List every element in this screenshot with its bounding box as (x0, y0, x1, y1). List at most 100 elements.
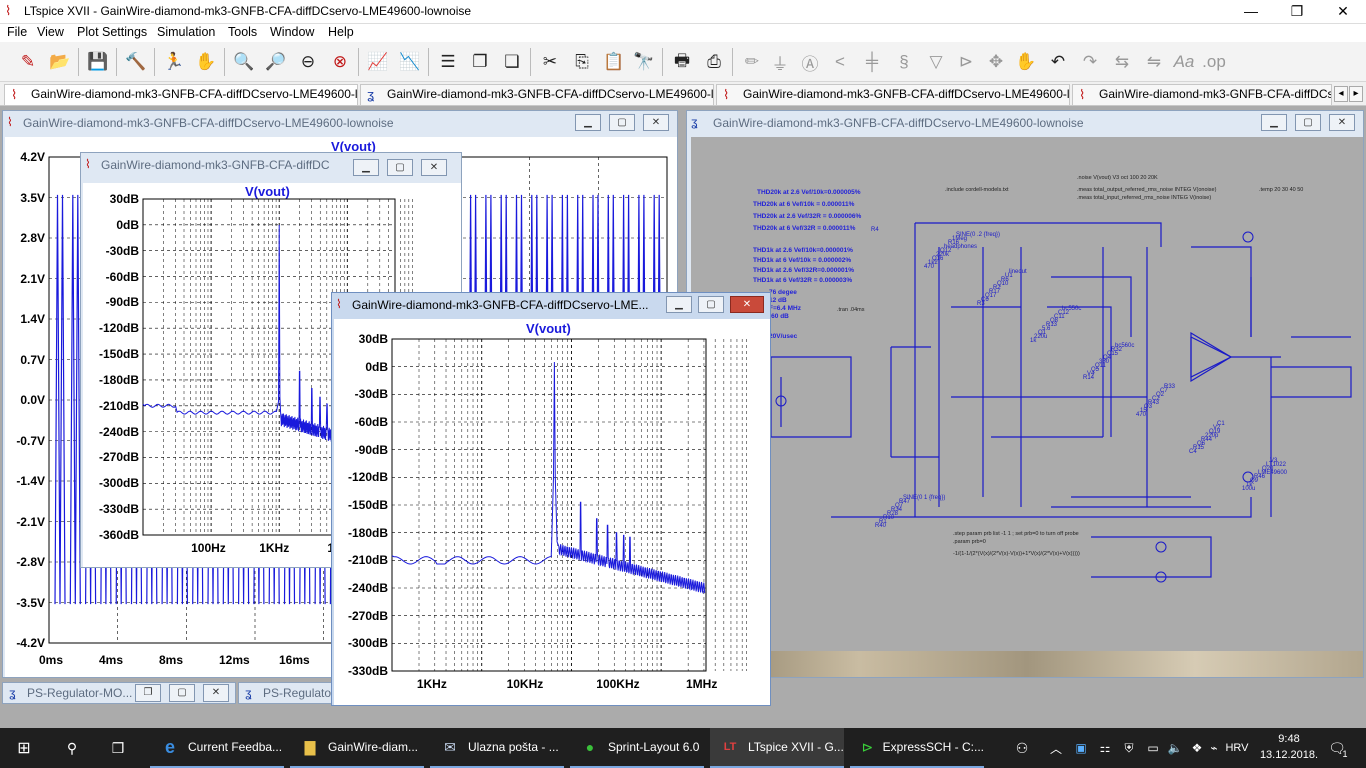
drag-icon[interactable]: ✋ (1012, 48, 1040, 76)
print-setup-icon[interactable]: ⎙ (700, 48, 728, 76)
tab-schematic[interactable]: ʓ GainWire-diamond-mk3-GNFB-CFA-diffDCse… (360, 84, 714, 105)
autorange-icon[interactable]: 📈 (364, 48, 392, 76)
menu-file[interactable]: File (7, 25, 27, 39)
windows-start-icon[interactable]: ⊞ (0, 728, 48, 768)
spice-directive-icon[interactable]: .op (1200, 48, 1228, 76)
fft-plot-window-2[interactable]: ⌇ GainWire-diamond-mk3-GNFB-CFA-diffDCse… (331, 292, 771, 706)
menu-simulation[interactable]: Simulation (157, 25, 215, 39)
taskbar-app-expresssch[interactable]: ⊳ ExpressSCH - C:... (850, 728, 984, 768)
tab-waveform-1[interactable]: ⌇ GainWire-diamond-mk3-GNFB-CFA-diffDCse… (4, 84, 358, 105)
taskbar-app-label: Sprint-Layout 6.0 (608, 740, 700, 754)
component-icon[interactable]: ⊳ (952, 48, 980, 76)
people-icon[interactable]: ⚇ (1008, 728, 1036, 768)
move-icon[interactable]: ✥ (982, 48, 1010, 76)
spec-note: -60 dB (769, 313, 789, 320)
maximize-button[interactable]: ❐ (1274, 0, 1320, 24)
minimize-button[interactable]: ▁ (1261, 114, 1287, 131)
undo-icon[interactable]: ↶ (1044, 48, 1072, 76)
pick-visible-traces-icon[interactable]: 📉 (396, 48, 424, 76)
tab-scroll-right-button[interactable]: ▸ (1349, 86, 1363, 102)
security-icon[interactable]: ⛨ (1118, 728, 1140, 768)
zoom-in-icon[interactable]: 🔍 (230, 48, 258, 76)
menu-plot-settings[interactable]: Plot Settings (77, 25, 147, 39)
pan-icon[interactable]: 🔎 (262, 48, 290, 76)
save-icon[interactable]: 💾 (84, 48, 112, 76)
diode-icon[interactable]: ▽ (922, 48, 950, 76)
taskbar-app-ltspice[interactable]: LT LTspice XVII - G... (710, 728, 844, 768)
language-indicator[interactable]: HRV (1220, 728, 1254, 768)
mirror-icon[interactable]: ⇋ (1140, 48, 1168, 76)
inductor-icon[interactable]: § (890, 48, 918, 76)
zoom-out-icon[interactable]: ⊖ (294, 48, 322, 76)
capacitor-icon[interactable]: ╪ (858, 48, 886, 76)
restore-button[interactable]: ❐ (135, 684, 161, 702)
taskbar-app-explorer[interactable]: ▇ GainWire-diam... (290, 728, 424, 768)
menu-tools[interactable]: Tools (228, 25, 257, 39)
tile-vertical-icon[interactable]: ❏ (498, 48, 526, 76)
toolbar-separator (224, 48, 225, 76)
spec-note: 20V/usec (769, 333, 798, 340)
tab-waveform-3[interactable]: ⌇ GainWire-diamond-mk3-GNFB-CFA-diffDCse… (1072, 84, 1332, 105)
volume-icon[interactable]: 🔈 (1164, 728, 1186, 768)
cascade-icon[interactable]: ❐ (466, 48, 494, 76)
menu-view[interactable]: View (37, 25, 64, 39)
print-icon[interactable]: 🖶 (668, 48, 696, 76)
schematic-window[interactable]: ʓ GainWire-diamond-mk3-GNFB-CFA-diffDCse… (686, 110, 1364, 678)
network-app-icon[interactable]: ▣ (1070, 728, 1092, 768)
control-panel-icon[interactable]: 🔨 (122, 48, 150, 76)
clock-time[interactable]: 9:48 (1256, 733, 1322, 745)
copy-icon[interactable]: ⎘ (568, 48, 596, 76)
clock-date[interactable]: 13.12.2018. (1256, 749, 1322, 761)
search-icon[interactable]: ⚲ (50, 728, 94, 768)
chevron-up-icon[interactable]: ︿ (1044, 728, 1068, 768)
taskbar-app-edge[interactable]: e Current Feedba... (150, 728, 284, 768)
title-bar: ⌇ LTspice XVII - GainWire-diamond-mk3-GN… (0, 0, 1366, 24)
fft-plot-svg[interactable] (332, 293, 771, 706)
dropbox-icon[interactable]: ❖ (1186, 728, 1208, 768)
toolbar: ✎ 📂 💾 🔨 🏃 ✋ 🔍 🔎 ⊖ ⊗ 📈 📉 ☰ ❐ ❏ ✂ ⎘ 📋 🔭 🖶 … (0, 42, 1366, 82)
ethernet-icon[interactable]: ▭ (1142, 728, 1164, 768)
open-icon[interactable]: 📂 (46, 48, 74, 76)
menu-window[interactable]: Window (270, 25, 314, 39)
spec-note: 12 dB (769, 297, 787, 304)
label-net-icon[interactable]: Ⓐ (796, 48, 824, 76)
zoom-fit-icon[interactable]: ⊗ (326, 48, 354, 76)
minimize-button[interactable]: — (1228, 0, 1274, 24)
window-title: LTspice XVII - GainWire-diamond-mk3-GNFB… (24, 4, 472, 18)
thd-note: THD20k at 2.6 Vef/10k=0.000005% (757, 189, 861, 196)
minimized-window[interactable]: ʓ PS-Regulator-MO... ❐ ▢ ✕ (2, 682, 236, 704)
rotate-icon[interactable]: ⇆ (1108, 48, 1136, 76)
halt-icon[interactable]: ✋ (192, 48, 220, 76)
close-button[interactable]: ✕ (203, 684, 229, 702)
minimized-window[interactable]: ʓ PS-Regulator (238, 682, 338, 704)
usb-icon[interactable]: ⌁ (1208, 728, 1220, 768)
find-icon[interactable]: 🔭 (630, 48, 658, 76)
maximize-button[interactable]: ▢ (169, 684, 195, 702)
cut-icon[interactable]: ✂ (536, 48, 564, 76)
paste-icon[interactable]: 📋 (600, 48, 628, 76)
resistor-icon[interactable]: < (826, 48, 854, 76)
close-button[interactable]: ✕ (1329, 114, 1355, 131)
toolbar-separator (530, 48, 531, 76)
tab-label: GainWire-diamond-mk3-GNFB-CFA-diffDCserv… (31, 87, 358, 101)
ground-icon[interactable]: ⏚ (766, 48, 794, 76)
mixer-icon[interactable]: ⚏ (1094, 728, 1116, 768)
tile-horizontal-icon[interactable]: ☰ (434, 48, 462, 76)
schematic-annotations: THD20k at 2.6 Vef/10k=0.000005% THD20k at… (691, 137, 1363, 677)
maximize-button[interactable]: ▢ (1295, 114, 1321, 131)
taskbar-app-mail[interactable]: ✉ Ulazna pošta - ... (430, 728, 564, 768)
redo-icon[interactable]: ↷ (1076, 48, 1104, 76)
run-icon[interactable]: 🏃 (160, 48, 188, 76)
tab-waveform-2[interactable]: ⌇ GainWire-diamond-mk3-GNFB-CFA-diffDCse… (716, 84, 1070, 105)
text-icon[interactable]: Aa (1170, 48, 1198, 76)
tab-scroll-left-button[interactable]: ◂ (1334, 86, 1348, 102)
minimized-window-title: PS-Regulator-MO... (27, 686, 133, 700)
taskbar-app-sprint-layout[interactable]: ● Sprint-Layout 6.0 (570, 728, 704, 768)
task-view-icon[interactable]: ❒ (96, 728, 140, 768)
close-button[interactable]: ✕ (1320, 0, 1366, 24)
wire-icon[interactable]: ✏ (738, 48, 766, 76)
new-schematic-icon[interactable]: ✎ (14, 48, 42, 76)
tab-label: GainWire-diamond-mk3-GNFB-CFA-diffDCserv… (1099, 87, 1332, 101)
menu-help[interactable]: Help (328, 25, 354, 39)
toolbar-separator (428, 48, 429, 76)
